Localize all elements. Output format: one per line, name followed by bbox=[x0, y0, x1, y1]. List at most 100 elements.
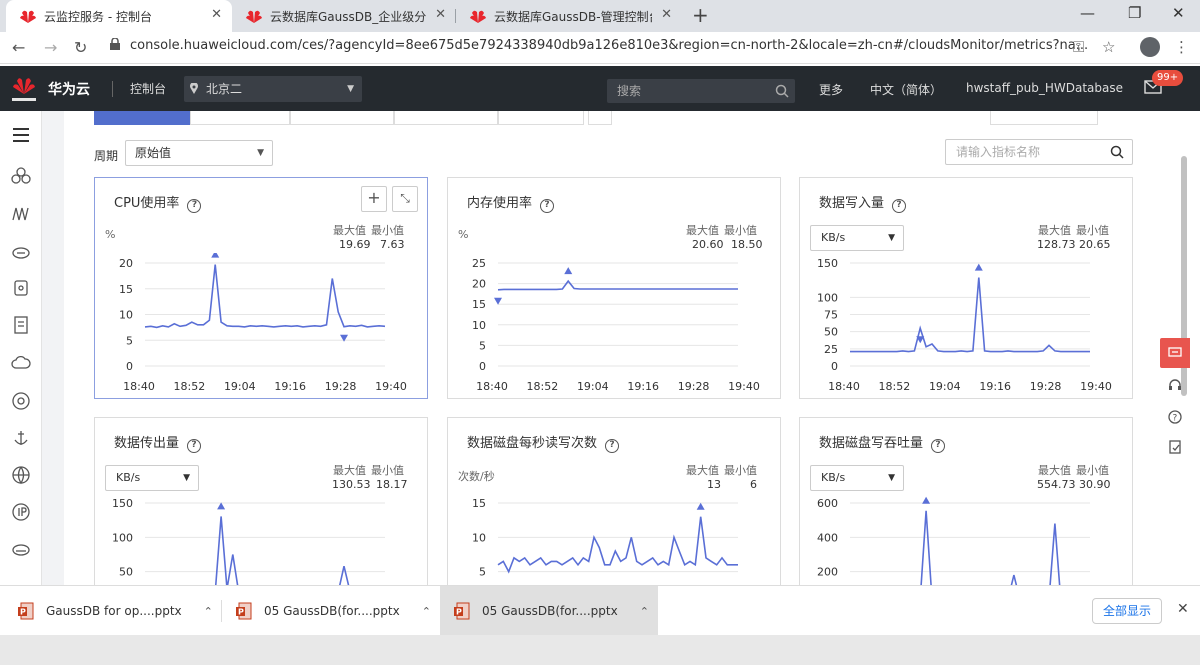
metric-card-cpu[interactable]: CPU使用率? + ⤡ % 最大值 最小值 19.69 7.63 20 15 10 5… bbox=[94, 177, 428, 399]
pptx-file-icon: P bbox=[236, 602, 252, 620]
back-icon[interactable]: ← bbox=[12, 38, 25, 57]
metric-card-disk-write[interactable]: 数据写入量? KB/s ▼ 最大值 最小值 128.73 20.65 150 100… bbox=[799, 177, 1133, 399]
chevron-up-icon[interactable]: ⌃ bbox=[640, 605, 649, 618]
x-tick-label: 19:40 bbox=[375, 380, 407, 393]
key-icon[interactable]: ⚿ bbox=[1073, 38, 1084, 56]
metric-search-input[interactable]: 请输入指标名称 bbox=[945, 139, 1133, 165]
max-value: 554.73 bbox=[1037, 478, 1076, 491]
user-menu[interactable]: hwstaff_pub_HWDatabase bbox=[966, 81, 1123, 95]
monitor-wave-icon[interactable] bbox=[11, 204, 31, 224]
max-marker bbox=[211, 253, 220, 258]
max-label: 最大值 bbox=[333, 464, 366, 477]
y-tick-label: 600 bbox=[817, 497, 838, 510]
headset-icon[interactable] bbox=[1168, 378, 1182, 392]
max-marker bbox=[922, 496, 931, 504]
cloud-services-icon[interactable] bbox=[11, 166, 31, 186]
settings-button[interactable] bbox=[990, 111, 1098, 125]
help-icon[interactable]: ? bbox=[892, 199, 907, 213]
profile-avatar-icon[interactable] bbox=[1140, 37, 1160, 57]
cloud-icon[interactable] bbox=[11, 353, 31, 373]
add-icon[interactable]: + bbox=[361, 186, 387, 212]
calendar-button[interactable] bbox=[588, 111, 612, 125]
language-menu[interactable]: 中文（简体） bbox=[870, 81, 942, 98]
region-value: 北京二 bbox=[206, 82, 243, 96]
browser-tab[interactable]: 云数据库GaussDB-管理控制台 ✕ bbox=[456, 0, 682, 32]
help-icon[interactable]: ? bbox=[605, 439, 620, 453]
help-icon[interactable]: ? bbox=[187, 199, 202, 213]
max-value: 128.73 bbox=[1037, 238, 1076, 251]
huawei-logo-icon[interactable] bbox=[10, 74, 38, 104]
maximize-icon[interactable]: ❐ bbox=[1128, 4, 1141, 22]
close-tab-icon[interactable]: ✕ bbox=[211, 7, 222, 22]
min-value: 6 bbox=[750, 478, 757, 491]
max-marker bbox=[974, 263, 983, 271]
help-icon[interactable]: ? bbox=[187, 439, 202, 453]
download-filename: GaussDB for op....pptx bbox=[46, 604, 182, 618]
menu-dots-icon[interactable]: ⋮ bbox=[1174, 38, 1189, 56]
storage-icon[interactable] bbox=[11, 278, 31, 298]
download-item[interactable]: P 05 GaussDB(for....pptx ⌃ bbox=[222, 586, 438, 636]
eye-icon[interactable] bbox=[11, 391, 31, 411]
region-select[interactable]: 北京二 ▼ bbox=[184, 76, 362, 102]
time-range-tab[interactable] bbox=[290, 111, 394, 125]
close-tab-icon[interactable]: ✕ bbox=[661, 7, 672, 22]
period-value: 原始值 bbox=[135, 146, 172, 160]
huawei-logo-icon bbox=[20, 10, 36, 23]
pptx-file-icon: P bbox=[18, 602, 34, 620]
download-item[interactable]: P GaussDB for op....pptx ⌃ bbox=[4, 586, 220, 636]
expand-icon[interactable]: ⤡ bbox=[392, 186, 418, 212]
globe-icon[interactable] bbox=[11, 465, 31, 485]
cloud-database-icon[interactable] bbox=[11, 539, 31, 559]
browser-tab[interactable]: 云数据库GaussDB_企业级分布式 ✕ bbox=[232, 0, 456, 32]
chevron-up-icon[interactable]: ⌃ bbox=[204, 605, 213, 618]
period-select[interactable]: 原始值 ▼ bbox=[125, 140, 273, 166]
hamburger-menu-icon[interactable] bbox=[11, 125, 31, 145]
time-range-tab[interactable] bbox=[94, 111, 190, 125]
new-tab-icon[interactable]: + bbox=[692, 3, 709, 27]
download-item[interactable]: P 05 GaussDB(for....pptx ⌃ bbox=[440, 586, 658, 636]
unit-select[interactable]: KB/s ▼ bbox=[105, 465, 199, 491]
service-sidebar bbox=[0, 111, 42, 585]
time-range-tab[interactable] bbox=[190, 111, 290, 125]
unit-select[interactable]: KB/s ▼ bbox=[810, 225, 904, 251]
ip-address-icon[interactable] bbox=[11, 502, 31, 522]
min-value: 20.65 bbox=[1079, 238, 1111, 251]
chat-button[interactable] bbox=[1160, 338, 1190, 368]
metric-card-memory[interactable]: 内存使用率? % 最大值 最小值 20.60 18.50 25 20 15 10 5 0 1… bbox=[447, 177, 781, 399]
forward-icon[interactable]: → bbox=[44, 38, 57, 57]
cloud-server-icon[interactable] bbox=[11, 242, 31, 262]
time-range-tab[interactable] bbox=[498, 111, 584, 125]
help-icon[interactable]: ? bbox=[931, 439, 946, 453]
minimize-icon[interactable]: — bbox=[1080, 4, 1095, 22]
max-value: 13 bbox=[707, 478, 721, 491]
url-field[interactable]: console.huaweicloud.com/ces/?agencyId=8e… bbox=[110, 38, 1088, 53]
help-circle-icon[interactable]: ? bbox=[1168, 410, 1182, 424]
feedback-icon[interactable] bbox=[1168, 440, 1182, 454]
y-tick-label: 25 bbox=[472, 257, 486, 270]
x-tick-label: 19:28 bbox=[678, 380, 710, 393]
browser-tab[interactable]: 云监控服务 - 控制台 ✕ bbox=[6, 0, 232, 32]
chevron-up-icon[interactable]: ⌃ bbox=[422, 605, 431, 618]
document-icon[interactable] bbox=[11, 315, 31, 335]
unit-select[interactable]: KB/s ▼ bbox=[810, 465, 904, 491]
y-tick-label: 400 bbox=[817, 531, 838, 544]
x-tick-label: 19:16 bbox=[979, 380, 1011, 393]
close-downloads-icon[interactable]: ✕ bbox=[1177, 601, 1189, 617]
time-range-tab[interactable] bbox=[394, 111, 498, 125]
card-title-text: 数据传出量 bbox=[114, 436, 180, 451]
more-menu[interactable]: 更多 bbox=[819, 81, 843, 98]
anchor-icon[interactable] bbox=[11, 428, 31, 448]
y-tick-label: 100 bbox=[817, 291, 838, 304]
close-tab-icon[interactable]: ✕ bbox=[435, 7, 446, 22]
show-all-downloads-button[interactable]: 全部显示 bbox=[1092, 598, 1162, 624]
close-window-icon[interactable]: ✕ bbox=[1172, 4, 1185, 22]
help-icon[interactable]: ? bbox=[540, 199, 555, 213]
reload-icon[interactable]: ↻ bbox=[74, 38, 87, 57]
bookmark-star-icon[interactable]: ☆ bbox=[1102, 38, 1115, 56]
header-search-input[interactable]: 搜索 bbox=[607, 79, 795, 103]
series-line bbox=[145, 516, 385, 594]
y-tick-label: 5 bbox=[479, 566, 486, 579]
search-icon[interactable] bbox=[1110, 145, 1124, 159]
console-link[interactable]: 控制台 bbox=[130, 80, 166, 97]
search-icon[interactable] bbox=[775, 84, 789, 98]
